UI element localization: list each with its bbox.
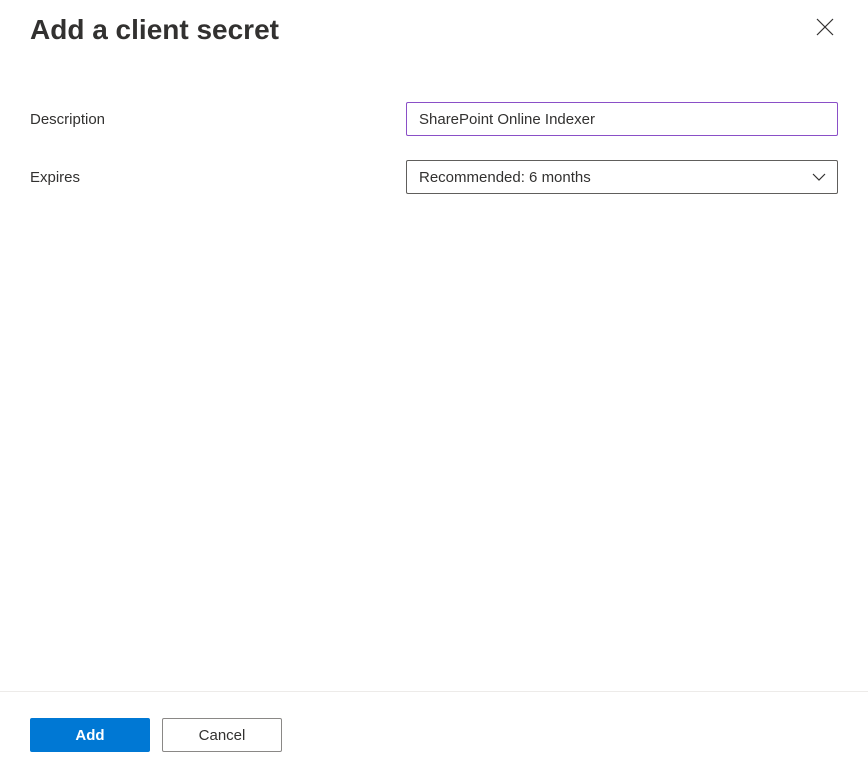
cancel-button[interactable]: Cancel bbox=[162, 718, 282, 752]
close-icon bbox=[816, 18, 834, 36]
panel-header: Add a client secret bbox=[0, 0, 868, 46]
close-button[interactable] bbox=[812, 14, 838, 40]
expires-selected-value: Recommended: 6 months bbox=[419, 169, 591, 186]
expires-label: Expires bbox=[30, 169, 406, 186]
description-field-wrap bbox=[406, 102, 838, 136]
expires-select[interactable]: Recommended: 6 months bbox=[406, 160, 838, 194]
expires-select-wrap: Recommended: 6 months bbox=[406, 160, 838, 194]
add-client-secret-panel: Add a client secret Description Expires … bbox=[0, 0, 868, 778]
description-label: Description bbox=[30, 111, 406, 128]
panel-title: Add a client secret bbox=[30, 14, 279, 46]
expires-row: Expires Recommended: 6 months bbox=[30, 160, 838, 194]
add-button[interactable]: Add bbox=[30, 718, 150, 752]
description-row: Description bbox=[30, 102, 838, 136]
panel-footer: Add Cancel bbox=[0, 691, 868, 778]
expires-field-wrap: Recommended: 6 months bbox=[406, 160, 838, 194]
description-input[interactable] bbox=[406, 102, 838, 136]
panel-content: Description Expires Recommended: 6 month… bbox=[0, 46, 868, 691]
